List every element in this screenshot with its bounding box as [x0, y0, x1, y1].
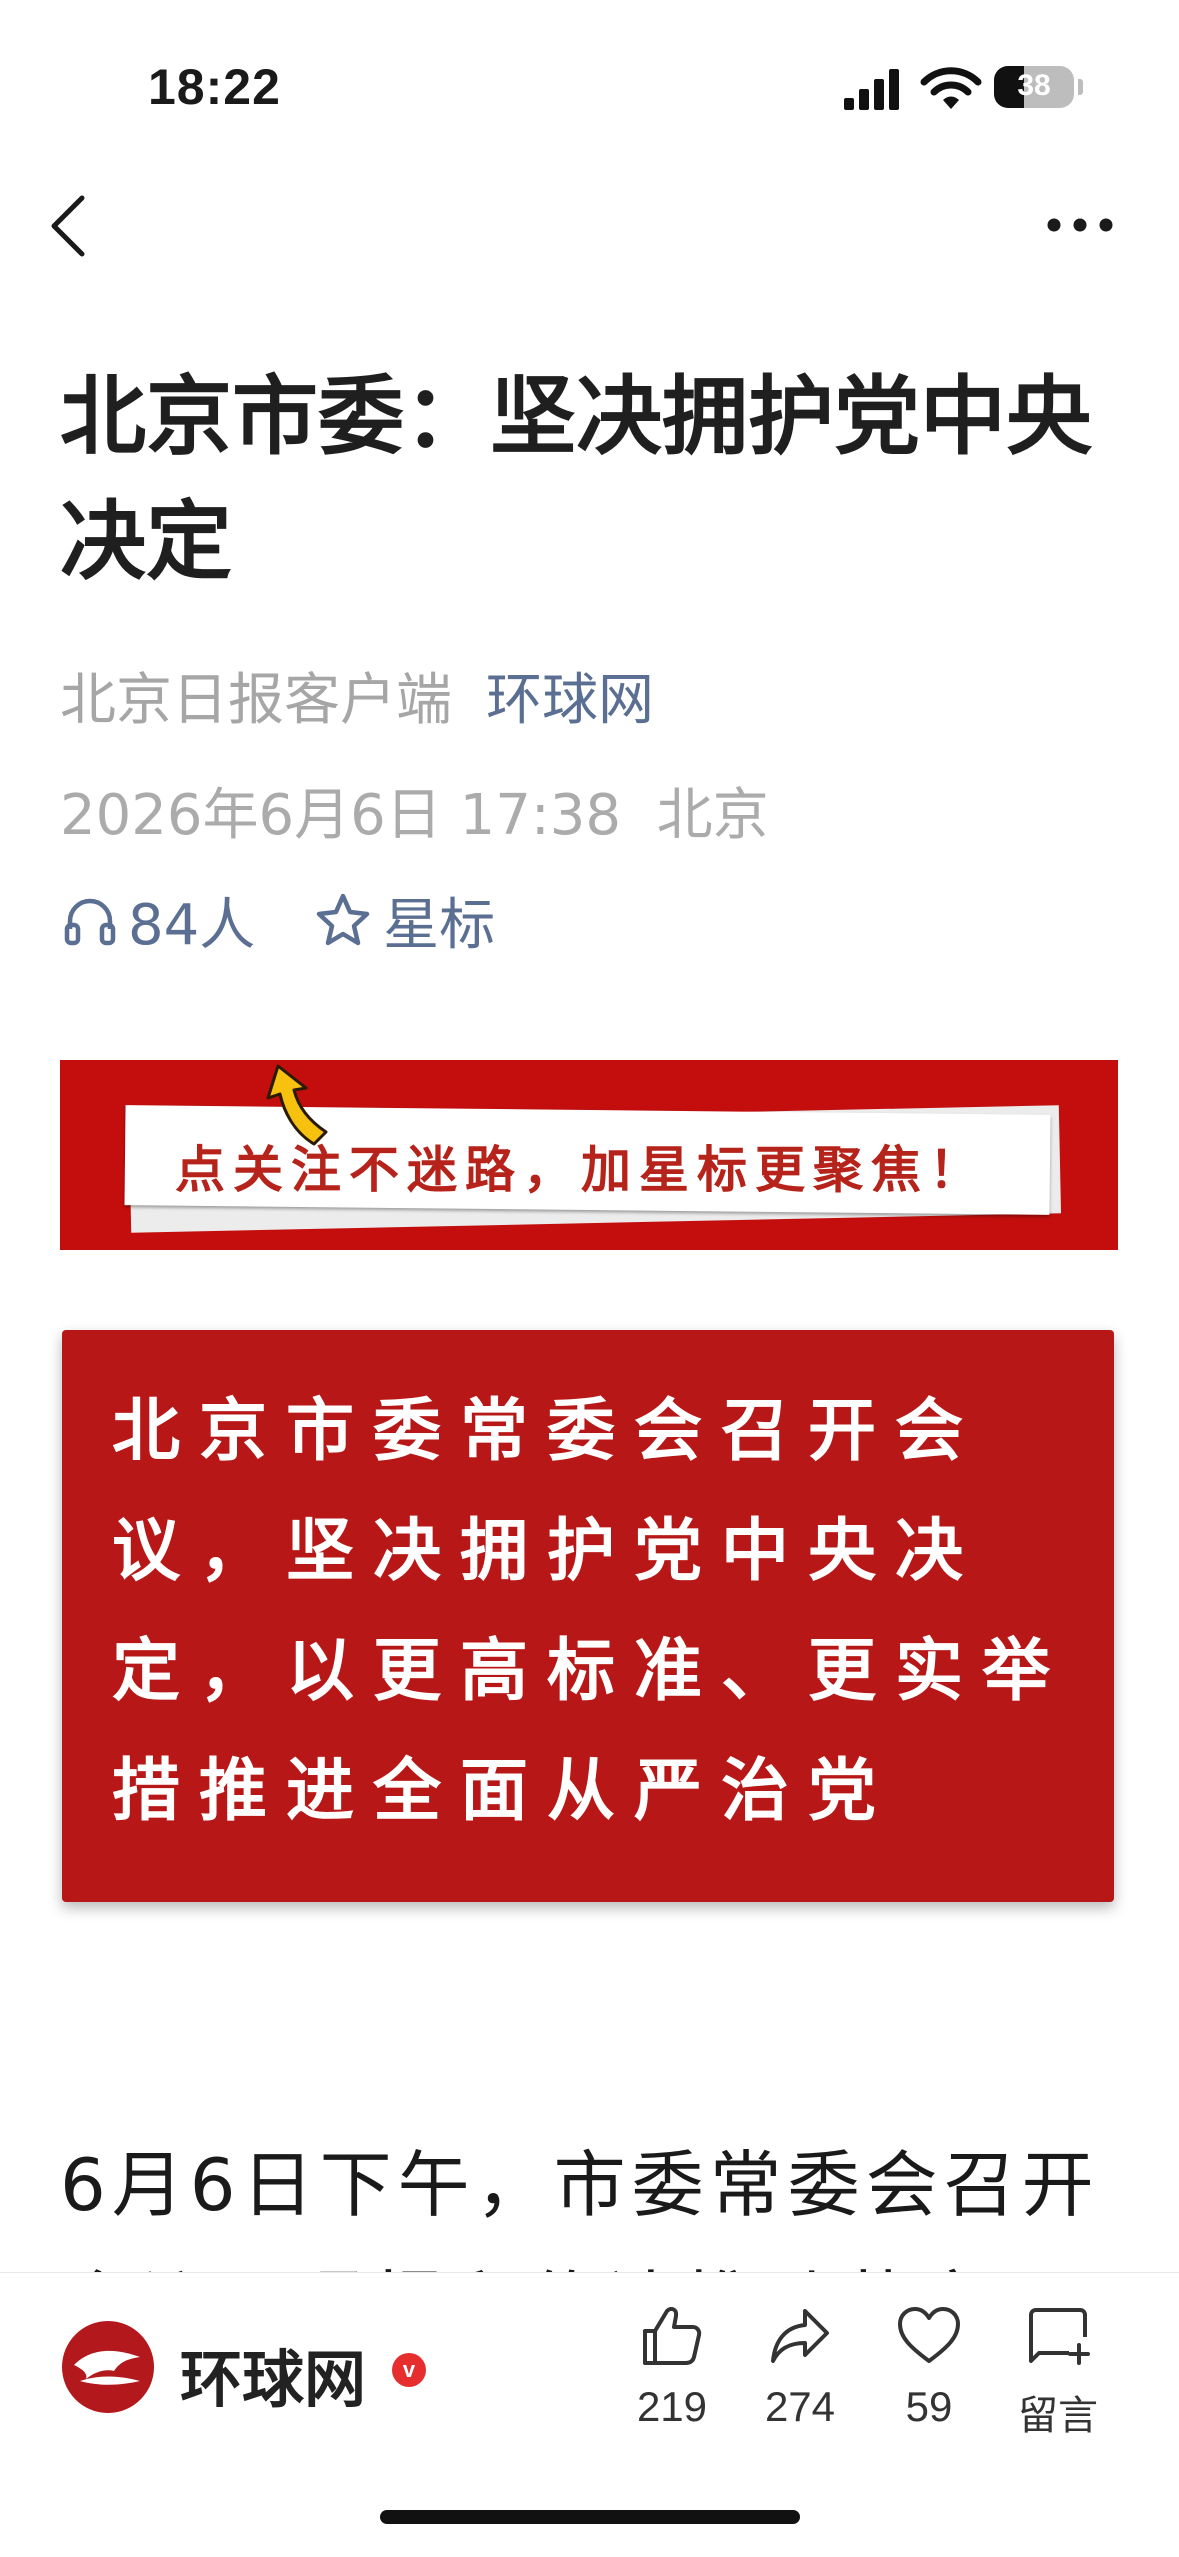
share-button[interactable]: 274: [745, 2303, 855, 2431]
star-button[interactable]: 星标: [313, 880, 495, 961]
like-count: 219: [636, 2383, 708, 2430]
battery-icon: 38: [994, 66, 1074, 108]
brand-logo-icon[interactable]: [60, 2319, 156, 2415]
favorite-button[interactable]: 59: [874, 2303, 984, 2431]
status-time: 18:22: [148, 59, 281, 115]
source-line: 北京日报客户端 环球网: [60, 655, 654, 736]
wifi-icon: [920, 67, 982, 109]
more-dots-icon: [1047, 218, 1113, 232]
comment-add-icon: [1029, 2308, 1090, 2365]
more-button[interactable]: [1040, 200, 1120, 250]
home-indicator[interactable]: [380, 2510, 800, 2524]
date-line: 2026年6月6日 17:38 北京: [60, 770, 769, 851]
headphones-icon: [64, 898, 116, 945]
share-count: 274: [764, 2383, 836, 2430]
star-label: 星标: [383, 893, 496, 958]
star-icon: [316, 893, 370, 945]
curved-arrow-icon: [266, 1064, 328, 1146]
source-author: 北京日报客户端: [60, 668, 452, 733]
favorite-count: 59: [905, 2383, 953, 2430]
headline-card-text: 北京市委常委会召开会议，坚决拥护党中央决定，以更高标准、更实举措推进全面从严治党: [112, 1392, 1070, 1831]
comment-button[interactable]: 留言: [1003, 2303, 1113, 2441]
status-icons: 38: [842, 60, 1083, 116]
listener-count: 84人: [128, 893, 256, 958]
battery-level: 38: [1017, 69, 1051, 102]
brand-name[interactable]: 环球网: [180, 2329, 366, 2419]
publish-location: 北京: [656, 783, 769, 848]
listen-button[interactable]: 84人: [62, 880, 255, 961]
comment-label: 留言: [1018, 2393, 1098, 2439]
chevron-left-icon: [51, 195, 85, 257]
meta-row: 84人 星标: [62, 880, 495, 958]
like-button[interactable]: 219: [617, 2303, 727, 2431]
publish-datetime: 2026年6月6日 17:38: [60, 783, 621, 848]
status-bar: 18:22 38: [0, 0, 1179, 170]
heart-icon: [898, 2307, 960, 2363]
cellular-signal-icon: [844, 69, 899, 110]
follow-banner: 点关注不迷路，加星标更聚焦！: [60, 1060, 1118, 1250]
thumbs-up-icon: [643, 2306, 702, 2365]
headline-card: 北京市委常委会召开会议，坚决拥护党中央决定，以更高标准、更实举措推进全面从严治党: [62, 1330, 1114, 1902]
verified-badge: v: [392, 2353, 426, 2387]
battery-cap: [1078, 79, 1083, 95]
article-title: 北京市委：坚决拥护党中央决定: [60, 367, 1092, 592]
share-arrow-icon: [771, 2309, 829, 2363]
back-button[interactable]: [40, 190, 100, 262]
source-link[interactable]: 环球网: [486, 668, 654, 733]
